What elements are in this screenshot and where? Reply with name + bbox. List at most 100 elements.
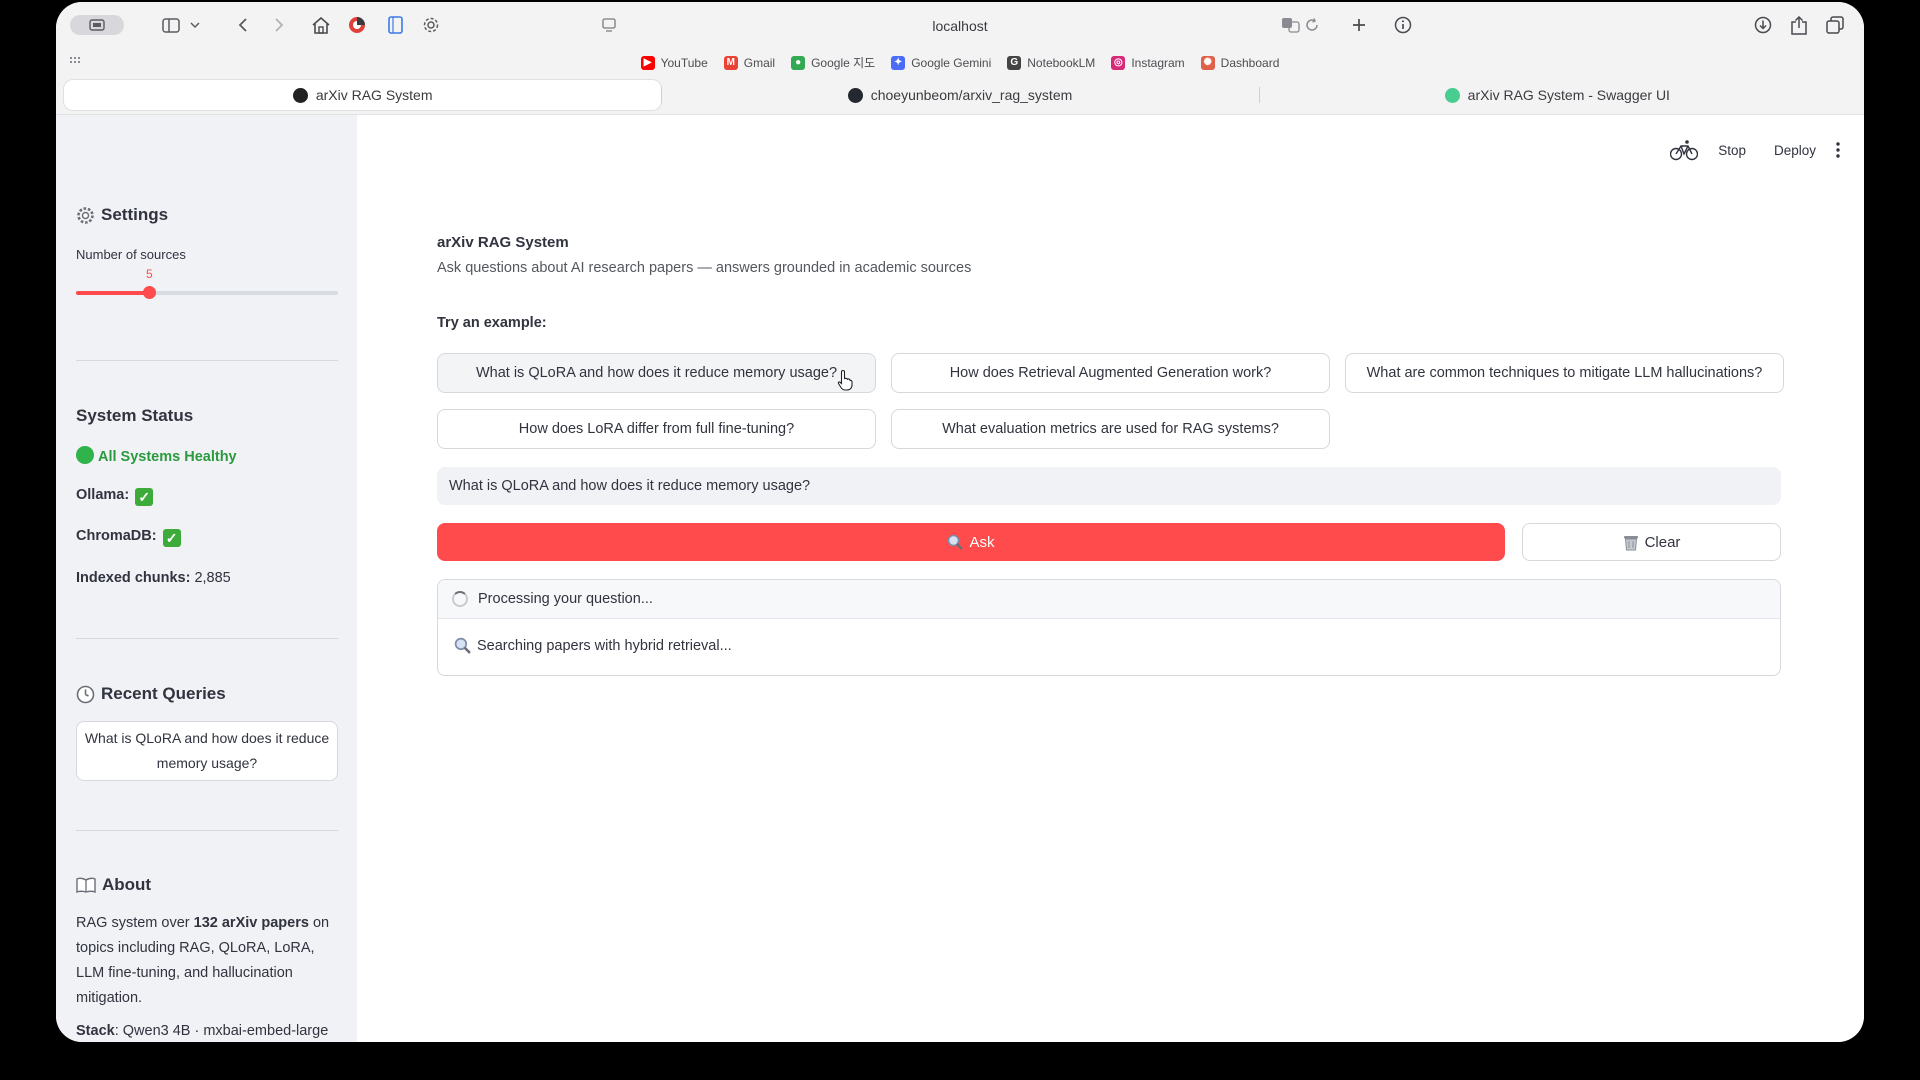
examples-label: Try an example: [437,315,547,331]
bookmark-label: Google Gemini [911,55,992,70]
bookmark-favicon-icon: ● [791,55,806,70]
bookmark-label: Gmail [743,55,776,70]
bookmark-label: Google 지도 [811,56,876,70]
gear-icon[interactable] [420,14,442,36]
example-button[interactable]: How does LoRA differ from full fine-tuni… [437,409,876,449]
sources-slider[interactable] [76,286,338,299]
chromadb-label: ChromaDB: [76,528,157,544]
stack-label: Stack [76,1023,115,1039]
tab-bar: arXiv RAG System choeyunbeom/arxiv_rag_sy… [64,80,1856,110]
forward-arrow-icon[interactable] [268,14,290,36]
status-header[interactable]: Processing your question... [438,580,1780,619]
bookmark-item[interactable]: ▶ YouTube [640,54,708,71]
more-menu-icon[interactable] [1836,142,1840,158]
bookmarks-bar: ▶ YouTube M Gmail ● Google 지도 ✦ Google Gemini G N… [56,54,1864,71]
back-arrow-icon[interactable] [232,14,254,36]
bookmark-item[interactable]: ✺ Dashboard [1200,54,1280,71]
bookmark-label: Instagram [1131,55,1185,70]
healthy-text: All Systems Healthy [98,449,237,465]
system-status-heading: System Status [76,406,193,426]
browser-tab[interactable]: choeyunbeom/arxiv_rag_system [661,80,1258,110]
bookmark-item[interactable]: G NotebookLM [1007,54,1095,71]
clock-icon [76,685,95,703]
stop-button[interactable]: Stop [1718,143,1746,158]
browser-window: localhost ▶ YouTube M Gmail ● Google 지도 ✦ Googl… [56,2,1864,1042]
check-mark-icon: ✓ [135,488,154,506]
slider-thumb[interactable] [143,286,157,299]
example-button[interactable]: What are common techniques to mitigate L… [1345,353,1784,393]
info-icon[interactable] [1392,14,1414,36]
sidebar-divider [76,638,338,639]
example-button[interactable]: What is QLoRA and how does it reduce mem… [437,353,876,393]
slider-fill [76,291,150,295]
app-toolbar: Stop Deploy [1670,139,1840,161]
tab-label: choeyunbeom/arxiv_rag_system [870,87,1073,103]
app-sidebar: Settings Number of sources 5 System Stat… [56,115,357,1042]
searching-text: Searching papers with hybrid retrieval..… [477,637,732,654]
tab-label: arXiv RAG System - Swagger UI [1467,87,1670,103]
deploy-button[interactable]: Deploy [1774,143,1816,158]
tab-favicon-icon [292,87,308,103]
bookmark-item[interactable]: M Gmail [723,54,776,71]
bookmark-favicon-icon: M [723,55,738,70]
spinner-icon [452,591,468,607]
bookmark-favicon-icon: ▶ [640,55,655,70]
bookmark-label: YouTube [660,55,708,70]
about-title: About [102,875,152,894]
browser-chrome: localhost ▶ YouTube M Gmail ● Google 지도 ✦ Googl… [56,2,1864,115]
reload-icon[interactable] [1302,14,1322,36]
about-text: RAG system over 132 arXiv papers on topi… [76,911,346,1042]
check-mark-icon: ✓ [162,529,181,547]
bookmark-favicon-icon: ✦ [891,55,906,70]
new-tab-plus-icon[interactable] [1348,14,1370,36]
bicycle-running-icon [1670,140,1699,161]
example-button[interactable]: What evaluation metrics are used for RAG… [891,409,1330,449]
address-text[interactable]: localhost [932,18,987,34]
main-content: Stop Deploy arXiv RAG System Ask questio… [357,115,1864,1042]
settings-title: Settings [101,205,169,224]
ask-label: Ask [969,533,995,551]
recent-queries-title: Recent Queries [101,684,226,703]
sidebar-panel-icon[interactable] [160,14,182,36]
bookmark-item[interactable]: ◎ Instagram [1111,54,1185,71]
sidebar-toggle-pill[interactable] [70,15,124,35]
document-icon[interactable] [384,14,406,36]
about-paper-count: 132 arXiv papers [193,915,309,931]
book-icon [76,877,96,893]
home-icon[interactable] [310,14,332,36]
page-menu-icon[interactable] [598,14,620,36]
stack-line: Stack: Qwen3 4B · mxbai-embed-large [76,1019,346,1042]
settings-heading: Settings [76,205,168,225]
chunks-value: 2,885 [194,570,231,586]
sidebar-divider [76,360,338,361]
bookmark-item[interactable]: ● Google 지도 [791,54,875,71]
processing-text: Processing your question... [478,591,653,607]
bookmark-item[interactable]: ✦ Google Gemini [891,54,991,71]
translate-icon[interactable] [1280,14,1302,36]
tab-favicon-icon [1444,87,1460,103]
green-circle-icon [76,446,94,464]
bookmark-label: Dashboard [1220,55,1280,70]
recent-query-button[interactable]: What is QLoRA and how does it reduce mem… [76,721,338,781]
browser-tab[interactable]: arXiv RAG System [64,80,662,110]
slider-value: 5 [146,267,153,281]
bookmark-favicon-icon: ✺ [1200,55,1215,70]
browser-tab[interactable]: arXiv RAG System - Swagger UI [1258,80,1856,110]
extension-red-icon[interactable] [346,14,368,36]
chunks-label: Indexed chunks: [76,570,191,586]
example-button[interactable]: How does Retrieval Augmented Generation … [891,353,1330,393]
tab-overview-icon[interactable] [1824,14,1846,36]
ask-button[interactable]: Ask [437,523,1505,561]
about-heading: About [76,875,151,895]
recent-queries-heading: Recent Queries [76,684,226,704]
wastebasket-icon [1623,535,1638,550]
share-icon[interactable] [1788,14,1810,36]
tab-favicon-icon [847,87,863,103]
question-input[interactable]: What is QLoRA and how does it reduce mem… [437,467,1781,505]
bookmark-label: NotebookLM [1027,55,1096,70]
clear-button[interactable]: Clear [1522,523,1781,561]
download-icon[interactable] [1752,14,1774,36]
chevron-down-icon[interactable] [188,14,202,36]
status-body: Searching papers with hybrid retrieval..… [438,619,1780,654]
about-text-pre: RAG system over [76,915,194,931]
